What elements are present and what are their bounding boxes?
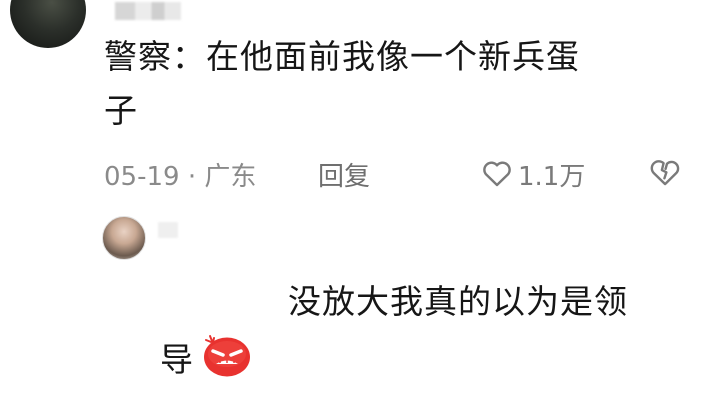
reply-button[interactable]: 回复 bbox=[318, 156, 370, 193]
broken-heart-icon[interactable] bbox=[648, 155, 682, 189]
reply-text-line-2: 导 bbox=[160, 340, 194, 379]
comment-date-location: 05-19 · 广东 bbox=[104, 162, 257, 192]
comment-text: 警察：在他面前我像一个新兵蛋 子 bbox=[104, 30, 694, 138]
username-blurred[interactable] bbox=[115, 2, 181, 20]
heart-outline-icon[interactable] bbox=[480, 156, 514, 190]
comment-text-line-1: 警察：在他面前我像一个新兵蛋 bbox=[104, 37, 580, 76]
comment-text-line-2: 子 bbox=[104, 91, 138, 130]
reply-text-line-1: 没放大我真的以为是领 bbox=[288, 282, 628, 321]
reply-username-blurred[interactable] bbox=[158, 222, 178, 238]
reply-avatar[interactable] bbox=[102, 216, 146, 260]
reply-meta-cut-off bbox=[160, 395, 720, 407]
like-count: 1.1万 bbox=[518, 162, 586, 192]
angry-face-icon bbox=[204, 335, 250, 377]
avatar[interactable] bbox=[10, 0, 86, 48]
